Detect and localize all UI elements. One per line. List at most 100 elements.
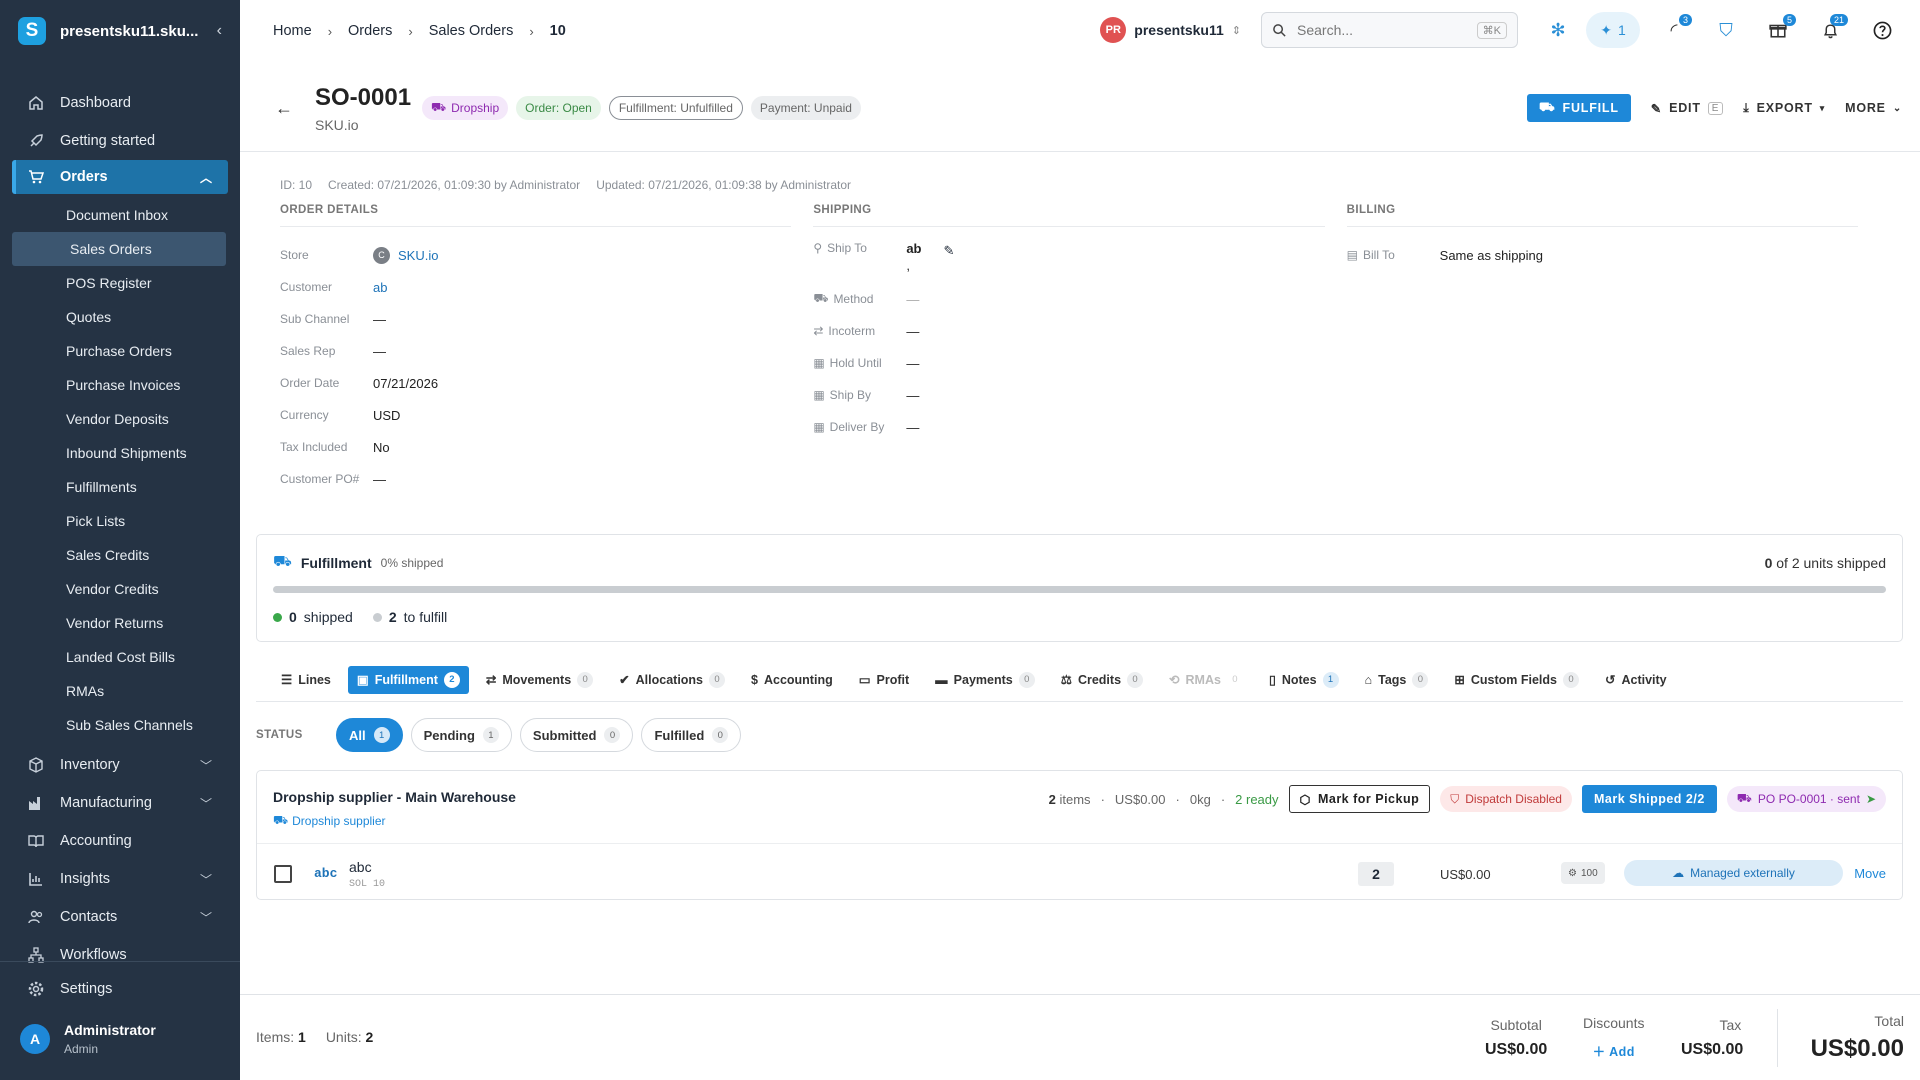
sidebar-subitem-sub-sales-channels[interactable]: Sub Sales Channels xyxy=(0,708,240,742)
tab-movements[interactable]: ⇄ Movements 0 xyxy=(477,666,602,694)
breadcrumb-orders[interactable]: Orders xyxy=(348,23,392,39)
filter-pending[interactable]: Pending 1 xyxy=(410,718,512,752)
store-selector[interactable]: PR presentsku11 ⇕ xyxy=(1100,17,1241,43)
search-input[interactable]: Search... ⌘K xyxy=(1261,12,1518,48)
tab-notes[interactable]: ▯ Notes 1 xyxy=(1260,666,1348,694)
sidebar-subitem-vendor-returns[interactable]: Vendor Returns xyxy=(0,606,240,640)
tab-lines[interactable]: ☰ Lines xyxy=(272,666,340,694)
help-icon[interactable] xyxy=(1864,12,1900,48)
back-arrow-icon[interactable]: ← xyxy=(275,98,293,119)
tab-fulfillment[interactable]: ▣ Fulfillment 2 xyxy=(347,665,469,694)
sidebar-item-inventory[interactable]: Inventory ﹀ xyxy=(0,746,240,784)
mark-shipped-button[interactable]: Mark Shipped 2/2 xyxy=(1581,785,1717,813)
purchase-order-badge[interactable]: ⛟ PO PO-0001 · sent ➤ xyxy=(1726,786,1886,812)
tab-rmas[interactable]: ⟲ RMAs 0 xyxy=(1160,666,1252,694)
move-link[interactable]: Move xyxy=(1854,866,1886,881)
units-shipped: 0 of 2 units shipped xyxy=(1765,555,1886,571)
pencil-icon[interactable]: ✎ xyxy=(944,243,955,259)
sidebar-item-contacts[interactable]: Contacts ﹀ xyxy=(0,898,240,936)
filter-all[interactable]: All 1 xyxy=(336,718,403,752)
label-text: Method xyxy=(833,292,874,306)
app-logo[interactable]: S xyxy=(18,17,46,45)
units-shipped-suffix: of 2 units shipped xyxy=(1776,555,1886,571)
dispatch-status-badge: ⛉ Dispatch Disabled xyxy=(1440,786,1572,812)
tab-tags[interactable]: ⌂ Tags 0 xyxy=(1356,666,1438,694)
shield-icon[interactable]: ⛉ xyxy=(1708,12,1744,48)
tab-custom-fields[interactable]: ⊞ Custom Fields 0 xyxy=(1445,666,1588,694)
truck-icon: ⛟ xyxy=(273,813,289,827)
export-button[interactable]: ⤓ EXPORT ▾ xyxy=(1743,101,1825,116)
fields-icon: ⊞ xyxy=(1454,673,1465,687)
tab-activity[interactable]: ↺ Activity xyxy=(1596,666,1676,694)
fulfill-button[interactable]: ⛟ FULFILL xyxy=(1526,94,1631,122)
filter-fulfilled[interactable]: Fulfilled 0 xyxy=(641,718,742,752)
sidebar-subitem-sales-orders[interactable]: Sales Orders xyxy=(12,232,226,266)
cash-icon: ▭ xyxy=(858,673,871,687)
sidebar-item-settings[interactable]: Settings xyxy=(0,970,240,1008)
detail-value: — xyxy=(906,387,920,403)
sidebar-subitem-landed-cost-bills[interactable]: Landed Cost Bills xyxy=(0,640,240,674)
user-menu[interactable]: A Administrator Admin xyxy=(20,1022,156,1056)
sidebar-subitem-sales-credits[interactable]: Sales Credits xyxy=(0,538,240,572)
filter-submitted[interactable]: Submitted 0 xyxy=(519,718,634,752)
sidebar-subitem-quotes[interactable]: Quotes xyxy=(0,300,240,334)
line-reference: SOL 10 xyxy=(349,879,386,890)
sidebar-subitem-rmas[interactable]: RMAs xyxy=(0,674,240,708)
tab-accounting[interactable]: $ Accounting xyxy=(742,666,842,694)
tab-credits[interactable]: ⚖ Credits 0 xyxy=(1052,666,1152,694)
swap-icon: ⇄ xyxy=(813,324,824,338)
sidebar-subitem-vendor-credits[interactable]: Vendor Credits xyxy=(0,572,240,606)
mark-for-pickup-button[interactable]: ⬡ Mark for Pickup xyxy=(1288,785,1431,813)
snowflake-icon[interactable]: ✻ xyxy=(1540,12,1576,48)
tab-payments[interactable]: ▬ Payments 0 xyxy=(926,666,1044,694)
sidebar-subitem-fulfillments[interactable]: Fulfillments xyxy=(0,470,240,504)
supplier-fulfillment-card: Dropship supplier - Main Warehouse ⛟ Drop… xyxy=(256,770,1903,900)
store-avatar: PR xyxy=(1100,17,1127,43)
subtotal-value: US$0.00 xyxy=(1485,1041,1548,1058)
collapse-sidebar-icon[interactable]: ‹ xyxy=(217,22,222,40)
sidebar-item-getting-started[interactable]: Getting started xyxy=(0,122,240,160)
fulfillment-progress-card: ⛟ Fulfillment 0% shipped 0 of 2 units sh… xyxy=(256,534,1903,642)
legend-shipped: 0 shipped xyxy=(273,609,353,625)
gifts-button[interactable]: 5 xyxy=(1760,12,1796,48)
supplier-type[interactable]: ⛟ Dropship supplier xyxy=(273,813,386,829)
sidebar-item-workflows[interactable]: Workflows xyxy=(0,936,240,974)
sidebar-subitem-purchase-invoices[interactable]: Purchase Invoices xyxy=(0,368,240,402)
sidebar-subitem-purchase-orders[interactable]: Purchase Orders xyxy=(0,334,240,368)
detail-value: — xyxy=(373,471,386,487)
breadcrumb-sales-orders[interactable]: Sales Orders xyxy=(429,23,514,39)
separator: · xyxy=(1100,791,1105,807)
sidebar-subitem-inbound-shipments[interactable]: Inbound Shipments xyxy=(0,436,240,470)
detail-label: Order Date xyxy=(280,376,340,390)
tab-count: 0 xyxy=(1412,671,1429,688)
tab-profit[interactable]: ▭ Profit xyxy=(850,666,918,694)
orders-submenu: Document Inbox Sales Orders POS Register… xyxy=(0,194,240,746)
ai-assistant-button[interactable]: ✦ 1 xyxy=(1586,12,1640,48)
tab-allocations[interactable]: ✔ Allocations 0 xyxy=(610,666,734,694)
sidebar-item-manufacturing[interactable]: Manufacturing ﹀ xyxy=(0,784,240,822)
sidebar-subitem-vendor-deposits[interactable]: Vendor Deposits xyxy=(0,402,240,436)
sidebar-subitem-pos-register[interactable]: POS Register xyxy=(0,266,240,300)
credit-icon: ⚖ xyxy=(1060,673,1072,687)
breadcrumb-home[interactable]: Home xyxy=(273,23,312,39)
sidebar-subitem-document-inbox[interactable]: Document Inbox xyxy=(0,198,240,232)
detail-label: Tax Included xyxy=(280,440,348,454)
activity-button[interactable]: ◜ 3 xyxy=(1656,12,1692,48)
edit-button[interactable]: ✎ EDIT E xyxy=(1651,101,1724,116)
units-total: Units: 2 xyxy=(326,1029,373,1045)
sidebar-item-orders[interactable]: Orders ︿ xyxy=(12,160,228,194)
store-link[interactable]: C SKU.io xyxy=(373,246,438,264)
row-checkbox[interactable] xyxy=(274,865,292,883)
more-button[interactable]: MORE ⌄ xyxy=(1845,101,1902,115)
sidebar-item-accounting[interactable]: Accounting xyxy=(0,822,240,860)
add-discount-button[interactable]: ＋ Add xyxy=(1583,1041,1644,1060)
customer-link[interactable]: ab xyxy=(373,280,387,295)
sidebar-item-insights[interactable]: Insights ﹀ xyxy=(0,860,240,898)
sku-link[interactable]: abc xyxy=(314,866,337,881)
ship-to-address: , xyxy=(906,258,910,273)
notifications-button[interactable]: 21 xyxy=(1812,12,1848,48)
detail-row-sub-channel: Sub Channel — xyxy=(280,303,791,335)
sidebar-item-dashboard[interactable]: Dashboard xyxy=(0,84,240,122)
sidebar-subitem-pick-lists[interactable]: Pick Lists xyxy=(0,504,240,538)
dropship-label: Dropship xyxy=(451,101,500,115)
